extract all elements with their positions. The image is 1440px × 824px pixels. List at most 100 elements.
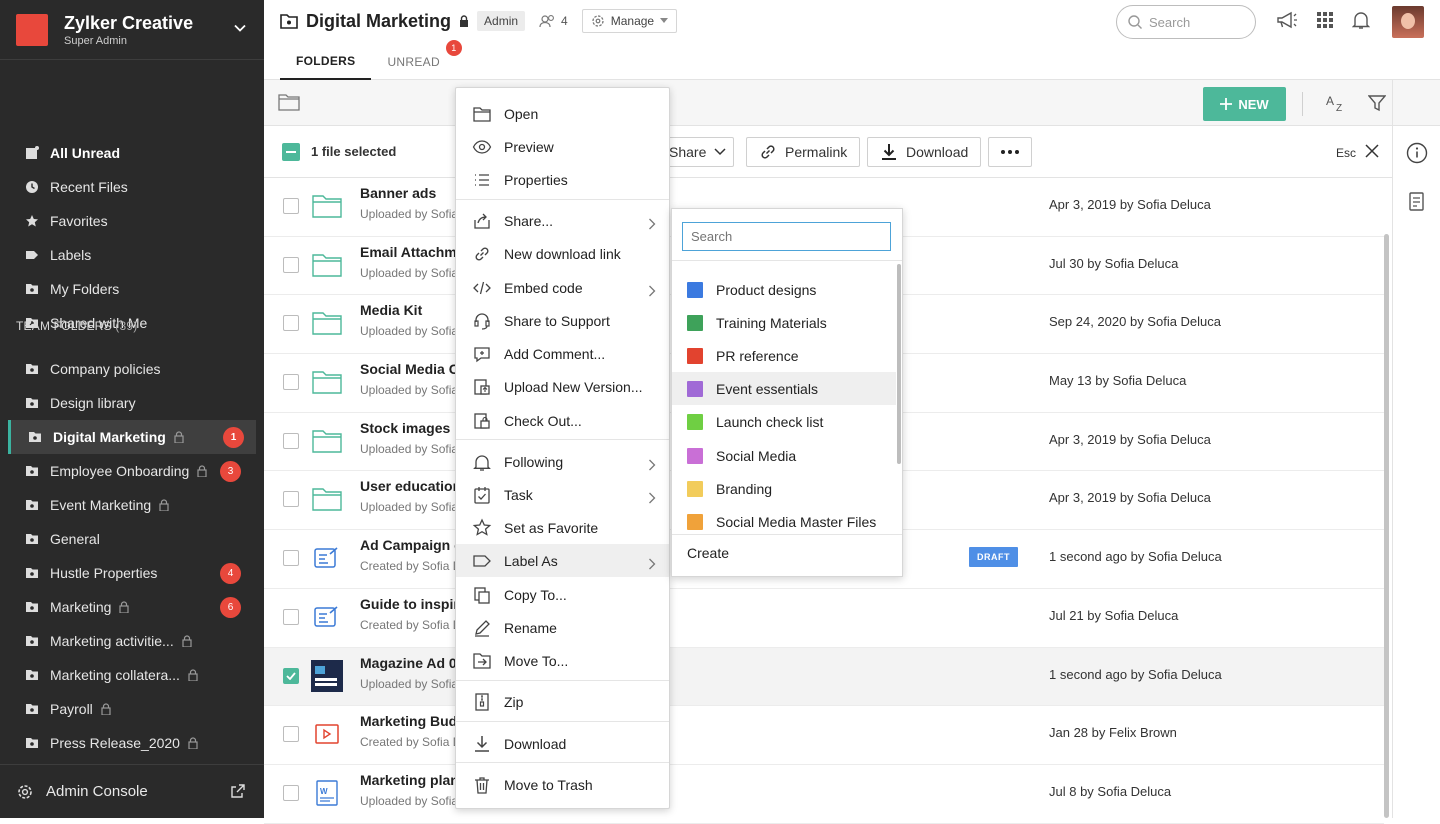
team-folder-item[interactable]: Marketing 6 [0,590,264,624]
list-scrollbar[interactable] [1384,234,1389,818]
menu-item-share-to-support[interactable]: Share to Support [456,304,669,337]
user-avatar[interactable] [1392,6,1424,38]
label-search-input[interactable] [682,222,891,251]
announcement-icon[interactable] [1276,10,1298,30]
select-all-checkbox[interactable] [282,143,300,161]
row-checkbox[interactable] [283,256,299,273]
menu-item-embed-code[interactable]: Embed code [456,271,669,304]
file-modified: Jul 8 by Sofia Deluca [1049,783,1172,799]
more-actions-button[interactable] [988,137,1032,167]
label-option[interactable]: Social Media [672,439,896,472]
file-name[interactable]: Guide to inspire [360,596,467,612]
team-folder-item[interactable]: Company policies [0,352,264,386]
label-option[interactable]: Training Materials [672,306,896,339]
team-folder-item[interactable]: Employee Onboarding 3 [0,454,264,488]
info-icon[interactable] [1406,142,1428,164]
menu-item-move-to-trash[interactable]: Move to Trash [456,768,669,801]
new-button[interactable]: NEW [1203,87,1286,121]
row-checkbox[interactable] [283,491,299,508]
nav-favorites[interactable]: Favorites [0,204,264,238]
menu-item-task[interactable]: Task [456,478,669,511]
team-folder-item[interactable]: Event Marketing [0,488,264,522]
team-folder-item[interactable]: Marketing collatera... [0,658,264,692]
nav-recent-files[interactable]: Recent Files [0,170,264,204]
sort-az-icon[interactable]: AZ [1326,94,1346,112]
org-switcher[interactable]: Zylker Creative Super Admin [0,0,264,60]
team-folder-item[interactable]: Hustle Properties 4 [0,556,264,590]
file-row[interactable]: Marketing Budget Created by Sofia Deluca J… [264,706,1384,765]
apps-grid-icon[interactable] [1316,11,1334,29]
lock-icon [459,15,469,27]
team-folder-item[interactable]: Payroll [0,692,264,726]
menu-item-open[interactable]: Open [456,97,669,130]
create-label-button[interactable]: Create [687,545,729,561]
menu-item-new-download-link[interactable]: New download link [456,237,669,270]
label-option[interactable]: Branding [672,472,896,505]
menu-item-rename[interactable]: Rename [456,611,669,644]
label-option[interactable]: Launch check list [672,405,896,438]
row-checkbox[interactable] [283,726,299,743]
close-icon[interactable] [1365,144,1379,158]
label-option[interactable]: Product designs [672,273,896,306]
file-name[interactable]: Media Kit [360,302,422,318]
row-checkbox[interactable] [283,608,299,625]
menu-item-add-comment[interactable]: Add Comment... [456,337,669,370]
menu-item-copy-to[interactable]: Copy To... [456,578,669,611]
menu-item-label-as[interactable]: Label As [456,544,669,577]
menu-item-preview[interactable]: Preview [456,130,669,163]
file-row[interactable]: Magazine Ad 01 Uploaded by Sofia Deluca 1 … [264,647,1384,707]
file-name[interactable]: Magazine Ad 01 [360,655,465,671]
label-option[interactable]: PR reference [672,339,896,372]
menu-item-following[interactable]: Following [456,445,669,478]
members-button[interactable]: 4 [539,14,568,28]
menu-item-download[interactable]: Download [456,727,669,760]
menu-item-zip[interactable]: Zip [456,685,669,718]
file-name[interactable]: User education [360,478,461,494]
filter-icon[interactable] [1368,94,1386,112]
bell-icon[interactable] [1352,10,1370,30]
row-checkbox[interactable] [283,198,299,214]
file-row[interactable]: W Marketing plan Uploaded by Sofia Deluca J… [264,764,1384,824]
team-folder-item[interactable]: General [0,522,264,556]
download-button[interactable]: Download [867,137,982,167]
label-option[interactable]: Event essentials [672,372,896,405]
file-name[interactable]: Banner ads [360,185,436,201]
chevron-right-icon [642,488,662,508]
row-checkbox[interactable] [283,550,299,567]
permalink-button[interactable]: Permalink [746,137,861,167]
admin-console-link[interactable]: Admin Console [0,764,264,818]
team-folder-item[interactable]: Digital Marketing 1 [8,420,256,454]
menu-item-move-to[interactable]: Move To... [456,644,669,677]
row-checkbox[interactable] [283,784,299,801]
menu-item-properties[interactable]: Properties [456,163,669,196]
submenu-scrollbar[interactable] [897,264,901,464]
chevron-down-icon[interactable] [232,20,248,36]
team-folder-item[interactable]: Press Release_2020 [0,726,264,760]
team-folder-item[interactable]: Marketing activitie... [0,624,264,658]
file-name[interactable]: Marketing plan [360,772,459,788]
menu-item-upload-new-version[interactable]: Upload New Version... [456,370,669,403]
file-name[interactable]: Stock images [360,420,450,436]
nav-all-unread[interactable]: All Unread [0,136,264,170]
menu-item-set-as-favorite[interactable]: Set as Favorite [456,511,669,544]
menu-item-check-out[interactable]: Check Out... [456,404,669,437]
search-input[interactable]: Search [1116,5,1256,39]
folder-icon[interactable] [278,93,300,111]
team-folder-label: Company policies [50,361,161,377]
role-badge: Admin [477,11,526,31]
row-checkbox[interactable] [283,667,299,684]
nav-labels[interactable]: Labels [0,238,264,272]
tab-folders[interactable]: FOLDERS [280,44,372,80]
activity-icon[interactable] [1406,190,1428,212]
team-folder-item[interactable]: Design library [0,386,264,420]
tab-unread[interactable]: UNREAD 1 [371,40,462,80]
row-checkbox[interactable] [283,374,299,391]
menu-item-share[interactable]: Share... [456,204,669,237]
file-row[interactable]: Guide to inspire Created by Sofia Deluca J… [264,588,1384,648]
external-link-icon[interactable] [230,783,246,799]
nav-my-folders[interactable]: My Folders [0,272,264,306]
row-checkbox[interactable] [283,315,299,332]
manage-button[interactable]: Manage [581,9,678,33]
team-folder-label: Digital Marketing [53,429,166,445]
row-checkbox[interactable] [283,432,299,449]
